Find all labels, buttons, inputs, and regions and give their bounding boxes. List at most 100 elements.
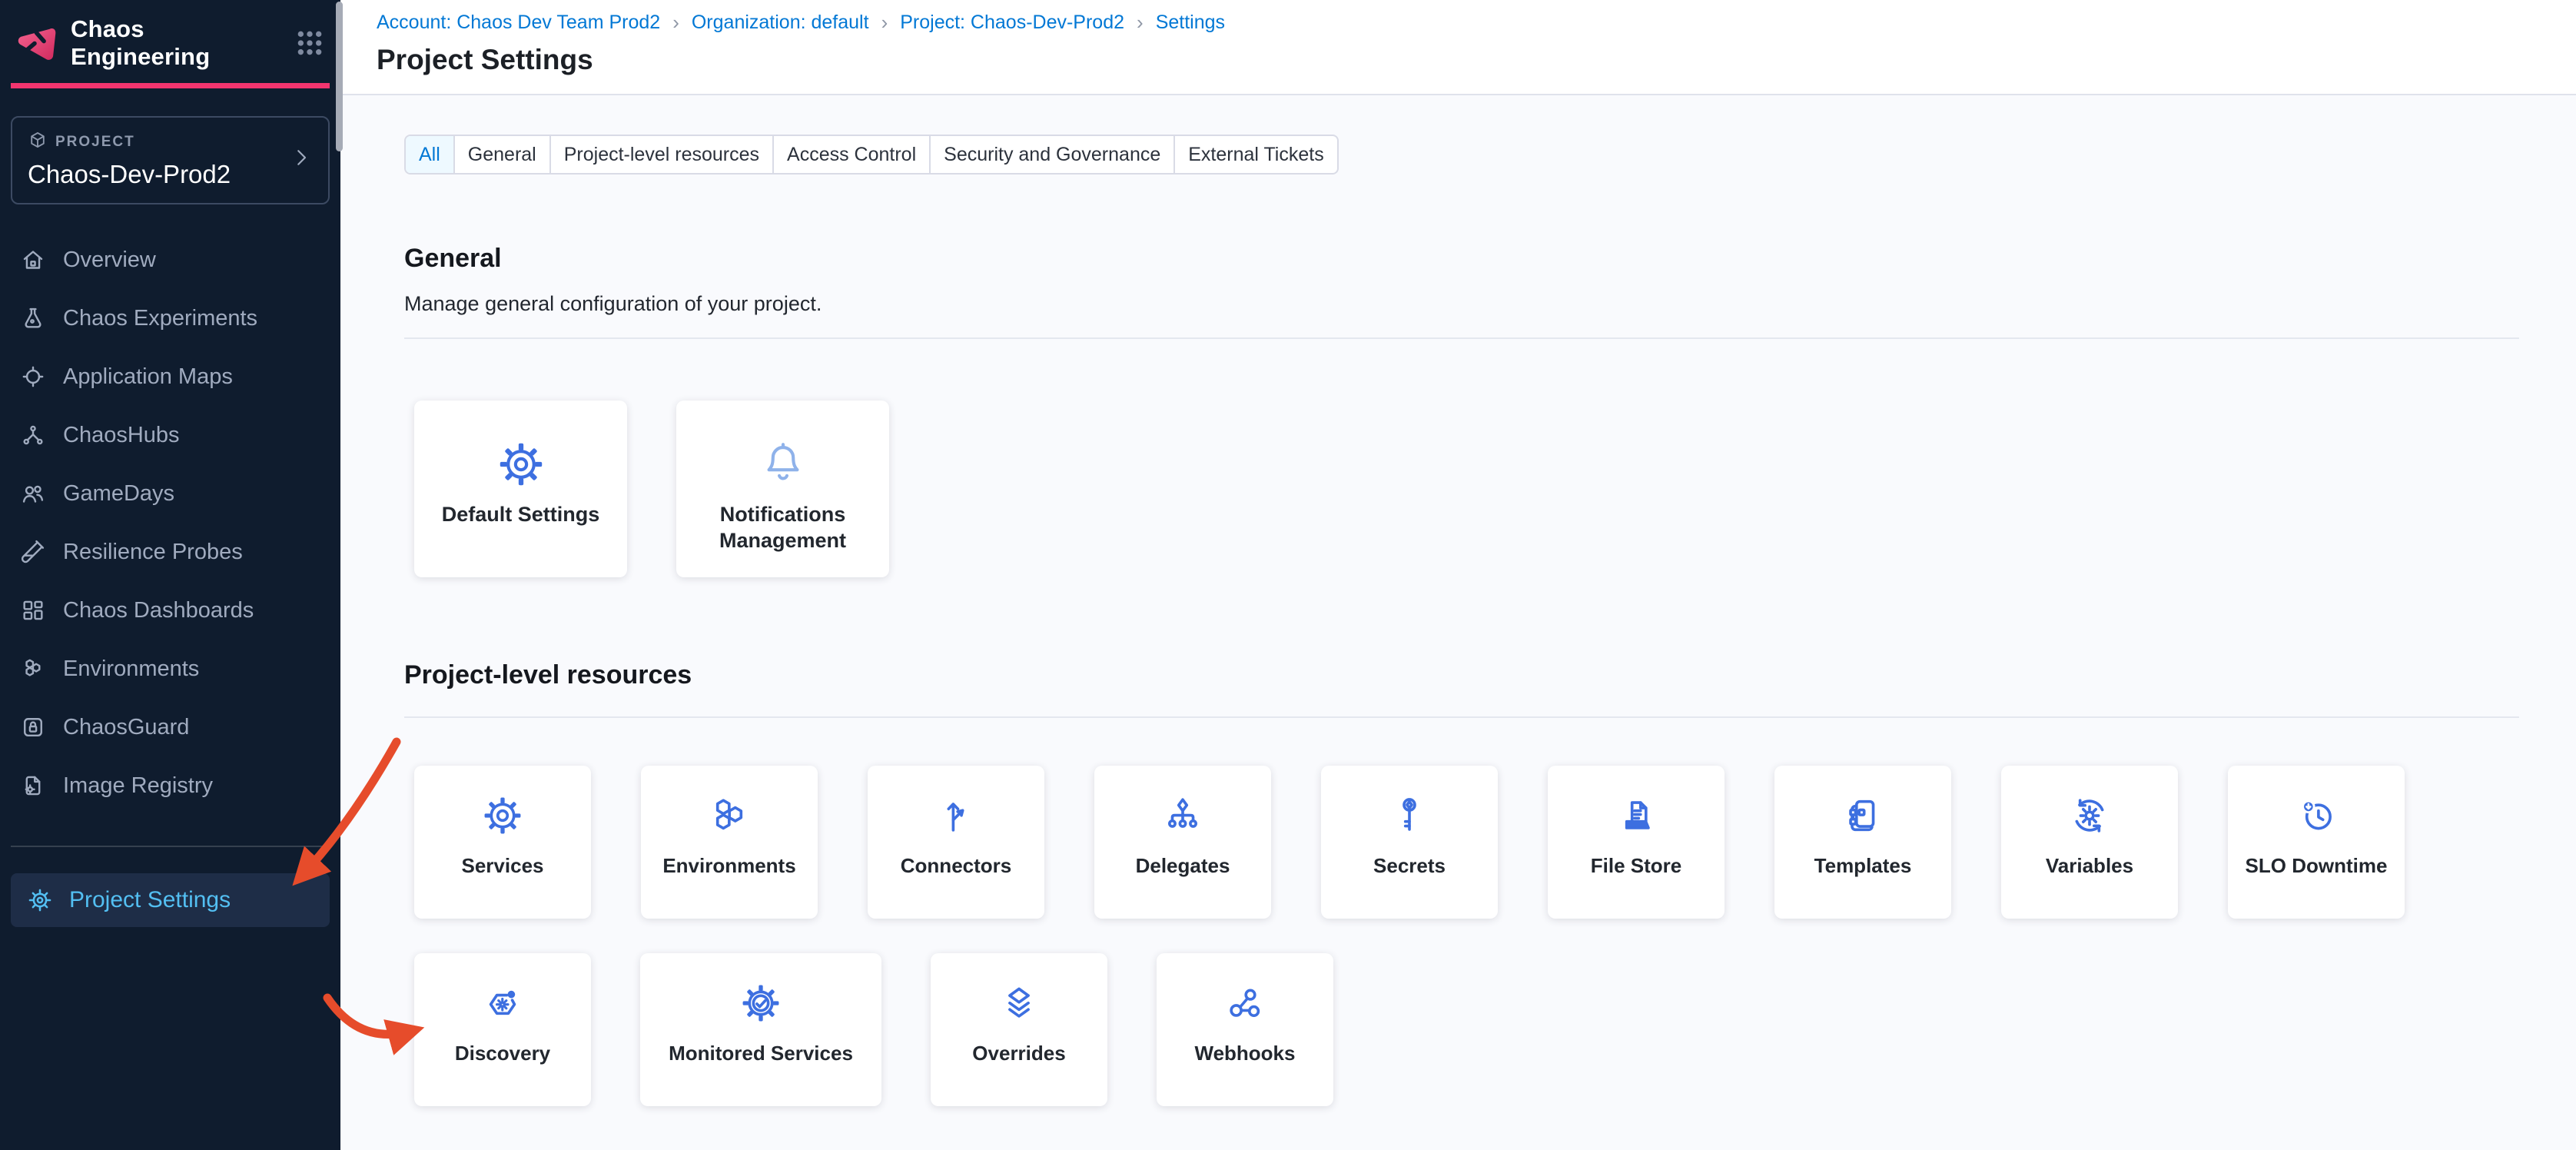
- project-selector[interactable]: PROJECT Chaos-Dev-Prod2: [11, 116, 330, 204]
- cube-icon: [28, 130, 48, 154]
- module-accent-underline: [11, 83, 330, 88]
- sidebar-scrollbar-thumb[interactable]: [336, 2, 343, 151]
- sidebar-item-environments[interactable]: Environments: [0, 640, 340, 698]
- sidebar-item-label: Resilience Probes: [63, 540, 243, 565]
- card-label: Delegates: [1127, 853, 1240, 879]
- card-delegates[interactable]: Delegates: [1094, 766, 1271, 919]
- gear-sync-icon: [2067, 793, 2112, 839]
- clock-pin-icon: [2294, 793, 2339, 839]
- card-label: Templates: [1805, 853, 1921, 879]
- resources-section-heading: Project-level resources: [404, 660, 2530, 690]
- sidebar-header: Chaos Engineering: [0, 0, 340, 71]
- sidebar-item-chaos-dashboards[interactable]: Chaos Dashboards: [0, 581, 340, 640]
- breadcrumb-separator: ›: [1137, 11, 1144, 35]
- card-label: Webhooks: [1186, 1041, 1305, 1066]
- breadcrumb-settings-link[interactable]: Settings: [1156, 12, 1225, 34]
- layers-icon: [997, 981, 1041, 1027]
- general-section-heading: General: [404, 244, 2530, 274]
- chevron-right-icon: [290, 146, 313, 173]
- tab-security-and-governance[interactable]: Security and Governance: [929, 136, 1173, 173]
- sidebar: Chaos Engineering: [0, 0, 340, 1150]
- card-overrides[interactable]: Overrides: [931, 953, 1107, 1106]
- card-label: Default Settings: [433, 502, 609, 528]
- tab-general[interactable]: General: [453, 136, 549, 173]
- chaos-engineering-project-settings-screen: Chaos Engineering: [0, 0, 2576, 1150]
- card-webhooks[interactable]: Webhooks: [1157, 953, 1333, 1106]
- sidebar-item-resilience-probes[interactable]: Resilience Probes: [0, 523, 340, 581]
- project-selector-label: PROJECT: [55, 134, 135, 151]
- hierarchy-icon: [1160, 793, 1205, 839]
- project-selector-text: PROJECT Chaos-Dev-Prod2: [28, 130, 290, 189]
- tab-project-level-resources[interactable]: Project-level resources: [549, 136, 772, 173]
- sidebar-item-label: Chaos Experiments: [63, 306, 257, 331]
- sidebar-item-label: GameDays: [63, 481, 174, 507]
- resources-cards-row-1: Services Environments: [414, 766, 2530, 919]
- card-label: File Store: [1582, 853, 1691, 879]
- template-pages-icon: [1841, 793, 1885, 839]
- section-divider: [404, 337, 2519, 339]
- sidebar-item-label: ChaosGuard: [63, 715, 189, 740]
- card-monitored-services[interactable]: Monitored Services: [640, 953, 881, 1106]
- card-discovery[interactable]: Discovery: [414, 953, 591, 1106]
- sidebar-item-chaoshubs[interactable]: ChaosHubs: [0, 406, 340, 464]
- webhook-icon: [1223, 981, 1267, 1027]
- card-label: Variables: [2037, 853, 2143, 879]
- card-environments[interactable]: Environments: [641, 766, 818, 919]
- gear-check-icon: [739, 981, 783, 1027]
- document-tray-icon: [1614, 793, 1658, 839]
- general-section-description: Manage general configuration of your pro…: [404, 292, 2530, 316]
- project-name: Chaos-Dev-Prod2: [28, 160, 290, 189]
- sidebar-item-label: Image Registry: [63, 773, 213, 799]
- card-notifications-management[interactable]: Notifications Management: [676, 401, 889, 577]
- sidebar-item-label: Project Settings: [69, 887, 231, 913]
- section-divider: [404, 716, 2519, 718]
- breadcrumb: Account: Chaos Dev Team Prod2 › Organiza…: [377, 11, 2576, 35]
- tab-access-control[interactable]: Access Control: [772, 136, 929, 173]
- sidebar-item-label: ChaosHubs: [63, 423, 180, 448]
- hexagon-gear-icon: [480, 981, 525, 1027]
- card-templates[interactable]: Templates: [1774, 766, 1951, 919]
- breadcrumb-project-link[interactable]: Project: Chaos-Dev-Prod2: [900, 12, 1124, 34]
- module-grid-icon[interactable]: [294, 28, 325, 58]
- card-connectors[interactable]: Connectors: [868, 766, 1044, 919]
- card-variables[interactable]: Variables: [2001, 766, 2178, 919]
- card-default-settings[interactable]: Default Settings: [414, 401, 627, 577]
- page-header: Account: Chaos Dev Team Prod2 › Organiza…: [340, 0, 2576, 95]
- tab-external-tickets[interactable]: External Tickets: [1173, 136, 1336, 173]
- card-file-store[interactable]: File Store: [1548, 766, 1725, 919]
- card-label: Monitored Services: [659, 1041, 862, 1066]
- breadcrumb-account-link[interactable]: Account: Chaos Dev Team Prod2: [377, 12, 660, 34]
- module-title: Chaos Engineering: [71, 15, 281, 71]
- content: All General Project-level resources Acce…: [340, 95, 2576, 1150]
- breadcrumb-organization-link[interactable]: Organization: default: [692, 12, 869, 34]
- sidebar-item-chaosguard[interactable]: ChaosGuard: [0, 698, 340, 756]
- sidebar-item-label: Environments: [63, 656, 199, 682]
- sidebar-divider: [11, 846, 330, 847]
- card-label: Overrides: [963, 1041, 1074, 1066]
- main-area: Account: Chaos Dev Team Prod2 › Organiza…: [340, 0, 2576, 1150]
- general-cards-row: Default Settings Notifications Managemen…: [414, 401, 2530, 577]
- card-label: Discovery: [446, 1041, 559, 1066]
- card-label: Secrets: [1364, 853, 1455, 879]
- sidebar-item-project-settings[interactable]: Project Settings: [11, 873, 330, 927]
- card-services[interactable]: Services: [414, 766, 591, 919]
- sidebar-item-application-maps[interactable]: Application Maps: [0, 347, 340, 406]
- card-label: Services: [453, 853, 553, 879]
- breadcrumb-separator: ›: [881, 11, 888, 35]
- sidebar-nav: Overview Chaos Experiments Application M…: [0, 231, 340, 815]
- sidebar-item-chaos-experiments[interactable]: Chaos Experiments: [0, 289, 340, 347]
- card-slo-downtime[interactable]: SLO Downtime: [2228, 766, 2405, 919]
- sidebar-item-gamedays[interactable]: GameDays: [0, 464, 340, 523]
- card-label: Environments: [653, 853, 805, 879]
- sidebar-item-overview[interactable]: Overview: [0, 231, 340, 289]
- branch-arrows-icon: [934, 793, 978, 839]
- tab-all[interactable]: All: [406, 136, 453, 173]
- sidebar-item-label: Overview: [63, 248, 156, 273]
- gear-icon: [496, 439, 546, 491]
- resources-cards-row-2: Discovery: [414, 953, 2530, 1106]
- card-secrets[interactable]: Secrets: [1321, 766, 1498, 919]
- page-title: Project Settings: [377, 44, 2576, 76]
- sidebar-item-image-registry[interactable]: Image Registry: [0, 756, 340, 815]
- hexagons-icon: [707, 793, 752, 839]
- card-label: Connectors: [891, 853, 1021, 879]
